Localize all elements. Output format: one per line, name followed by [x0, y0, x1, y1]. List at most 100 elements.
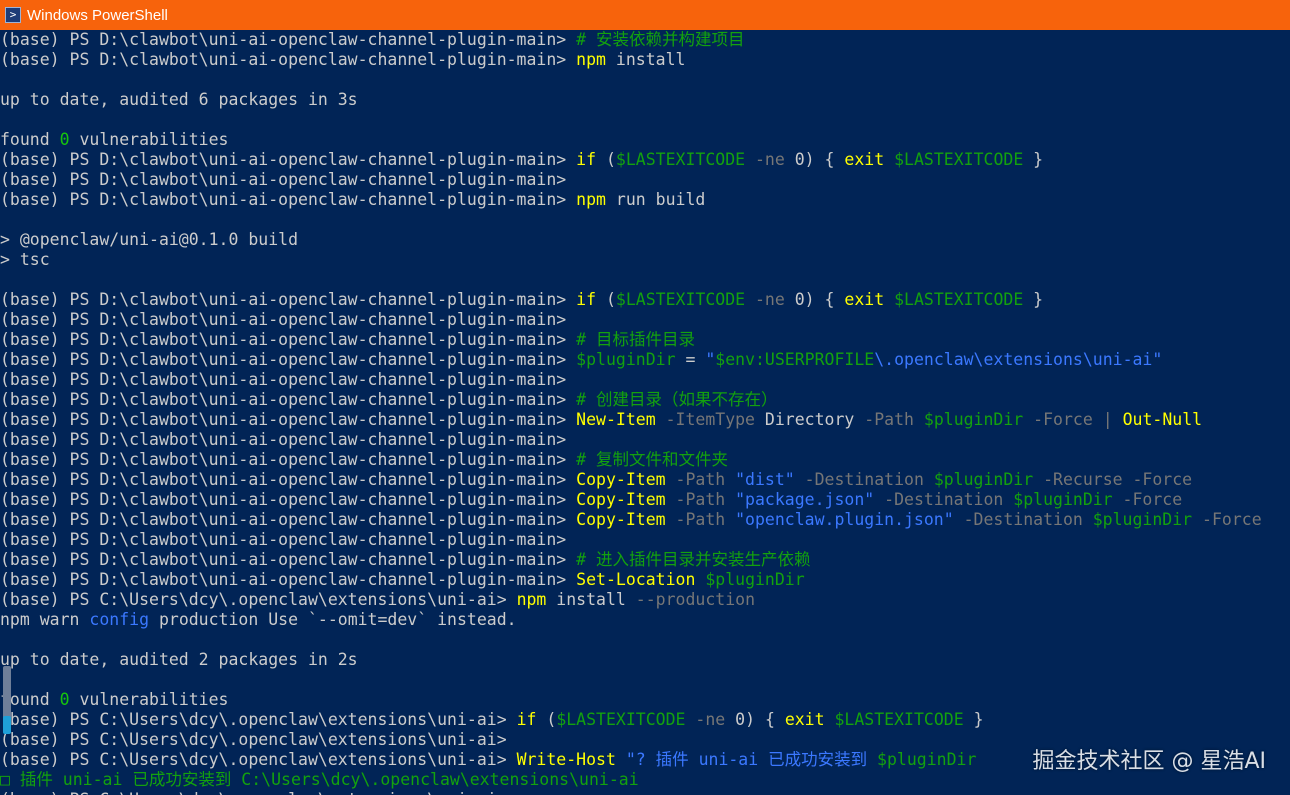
terminal-segment: (base) PS D:\clawbot\uni-ai-openclaw-cha… — [0, 350, 577, 369]
terminal-line: (base) PS D:\clawbot\uni-ai-openclaw-cha… — [0, 410, 1290, 430]
terminal-segment: # 目标插件目录 — [576, 330, 696, 349]
terminal-segment: -Destination — [794, 470, 924, 489]
terminal-line: (base) PS D:\clawbot\uni-ai-openclaw-cha… — [0, 330, 1290, 350]
terminal-line: (base) PS D:\clawbot\uni-ai-openclaw-cha… — [0, 430, 1290, 450]
terminal-line: (base) PS C:\Users\dcy\.openclaw\extensi… — [0, 790, 1290, 795]
terminal-segment: | — [1092, 410, 1123, 429]
terminal-segment: New-Item — [576, 410, 656, 429]
terminal-segment: -ItemType — [655, 410, 755, 429]
terminal-segment: ( — [536, 710, 557, 729]
title-bar: > Windows PowerShell — [0, 0, 1290, 30]
terminal-line: (base) PS D:\clawbot\uni-ai-openclaw-cha… — [0, 510, 1290, 530]
terminal-segment: $pluginDir — [1092, 510, 1193, 529]
terminal-segment: found — [0, 130, 60, 149]
terminal-segment: $LASTEXITCODE — [615, 290, 746, 309]
terminal-segment: (base) PS D:\clawbot\uni-ai-openclaw-cha… — [0, 530, 567, 549]
terminal-segment: -Recurse -Force — [1033, 470, 1193, 489]
terminal-segment: up to date, audited 2 packages in 2s — [0, 650, 358, 669]
terminal-segment: } — [1023, 150, 1044, 169]
terminal-segment: 0) { — [784, 290, 845, 309]
terminal-segment: 0 — [59, 690, 70, 709]
terminal-segment: "dist" — [725, 470, 795, 489]
window-title: Windows PowerShell — [27, 6, 168, 24]
terminal-segment: -Path — [854, 410, 914, 429]
terminal-segment: vulnerabilities — [69, 130, 229, 149]
terminal-segment: -Path — [665, 490, 726, 509]
terminal-segment: (base) PS D:\clawbot\uni-ai-openclaw-cha… — [0, 430, 567, 449]
terminal-segment: □ 插件 uni-ai 已成功安装到 C:\Users\dcy\.opencla… — [0, 770, 639, 789]
terminal-segment: # 创建目录（如果不存在） — [576, 390, 778, 409]
terminal-segment — [695, 570, 705, 589]
terminal-segment: (base) PS C:\Users\dcy\.openclaw\extensi… — [0, 590, 517, 609]
terminal-segment: "package.json" — [725, 490, 875, 509]
terminal-line: (base) PS C:\Users\dcy\.openclaw\extensi… — [0, 710, 1290, 730]
terminal-segment: if — [516, 710, 537, 729]
terminal-segment: -Destination — [953, 510, 1083, 529]
terminal-segment: $pluginDir — [1013, 490, 1113, 509]
terminal-segment: Write-Host — [516, 750, 616, 769]
terminal-line: (base) PS D:\clawbot\uni-ai-openclaw-cha… — [0, 470, 1290, 490]
terminal-segment: production Use `--omit=dev` instead. — [149, 610, 517, 629]
terminal-segment — [1003, 490, 1013, 509]
terminal-line: (base) PS D:\clawbot\uni-ai-openclaw-cha… — [0, 530, 1290, 550]
terminal-segment: npm — [576, 50, 606, 69]
terminal-segment: " — [705, 350, 716, 369]
terminal-segment: > tsc — [0, 250, 50, 269]
terminal-line: (base) PS D:\clawbot\uni-ai-openclaw-cha… — [0, 150, 1290, 170]
terminal-output[interactable]: (base) PS D:\clawbot\uni-ai-openclaw-cha… — [0, 30, 1290, 795]
terminal-segment: \.openclaw\extensions\uni-ai" — [874, 350, 1163, 369]
terminal-segment: "? 插件 uni-ai 已成功安装到 — [615, 750, 878, 769]
powershell-icon: > — [5, 7, 21, 23]
terminal-segment: > @openclaw/uni-ai@0.1.0 build — [0, 230, 299, 249]
terminal-segment: (base) PS D:\clawbot\uni-ai-openclaw-cha… — [0, 550, 577, 569]
terminal-segment — [924, 470, 934, 489]
terminal-segment: (base) PS D:\clawbot\uni-ai-openclaw-cha… — [0, 330, 577, 349]
terminal-segment: --production — [625, 590, 755, 609]
watermark: 掘金技术社区 @ 星浩AI — [1032, 749, 1266, 774]
terminal-line: (base) PS D:\clawbot\uni-ai-openclaw-cha… — [0, 50, 1290, 70]
terminal-segment: -ne — [745, 150, 785, 169]
terminal-segment: $LASTEXITCODE — [894, 150, 1024, 169]
terminal-line: (base) PS D:\clawbot\uni-ai-openclaw-cha… — [0, 310, 1290, 330]
terminal-segment: (base) PS C:\Users\dcy\.openclaw\extensi… — [0, 790, 507, 795]
terminal-segment: $LASTEXITCODE — [556, 710, 686, 729]
terminal-segment: config — [89, 610, 150, 629]
terminal-segment — [825, 710, 835, 729]
terminal-segment: (base) PS D:\clawbot\uni-ai-openclaw-cha… — [0, 290, 577, 309]
terminal-segment: -Force — [1023, 410, 1093, 429]
terminal-segment: (base) PS D:\clawbot\uni-ai-openclaw-cha… — [0, 510, 577, 529]
scrollbar-thumb[interactable] — [3, 716, 11, 734]
terminal-segment: (base) PS D:\clawbot\uni-ai-openclaw-cha… — [0, 490, 577, 509]
terminal-segment: if — [576, 290, 597, 309]
terminal-line: (base) PS D:\clawbot\uni-ai-openclaw-cha… — [0, 570, 1290, 590]
terminal-line: > tsc — [0, 250, 1290, 270]
terminal-segment: vulnerabilities — [69, 690, 229, 709]
terminal-segment: "openclaw.plugin.json" — [725, 510, 954, 529]
terminal-segment: -ne — [685, 710, 726, 729]
terminal-line: > @openclaw/uni-ai@0.1.0 build — [0, 230, 1290, 250]
terminal-line: found 0 vulnerabilities — [0, 130, 1290, 150]
terminal-segment — [914, 410, 924, 429]
terminal-segment: ( — [596, 150, 616, 169]
terminal-segment: Directory — [755, 410, 855, 429]
terminal-segment: -Force — [1192, 510, 1262, 529]
terminal-segment: exit — [844, 290, 885, 309]
terminal-segment: -ne — [745, 290, 785, 309]
terminal-segment: (base) PS D:\clawbot\uni-ai-openclaw-cha… — [0, 470, 577, 489]
terminal-segment: npm warn — [0, 610, 90, 629]
terminal-segment: Set-Location — [576, 570, 696, 589]
terminal-segment: (base) PS D:\clawbot\uni-ai-openclaw-cha… — [0, 390, 577, 409]
terminal-segment: -Destination — [874, 490, 1004, 509]
terminal-segment: $pluginDir — [705, 570, 805, 589]
terminal-segment: (base) PS D:\clawbot\uni-ai-openclaw-cha… — [0, 190, 577, 209]
terminal-line: (base) PS D:\clawbot\uni-ai-openclaw-cha… — [0, 170, 1290, 190]
terminal-line: npm warn config production Use `--omit=d… — [0, 610, 1290, 630]
terminal-segment: $pluginDir — [576, 350, 676, 369]
terminal-line: (base) PS D:\clawbot\uni-ai-openclaw-cha… — [0, 290, 1290, 310]
terminal-segment: (base) PS D:\clawbot\uni-ai-openclaw-cha… — [0, 150, 577, 169]
terminal-line: found 0 vulnerabilities — [0, 690, 1290, 710]
terminal-line: up to date, audited 2 packages in 2s — [0, 650, 1290, 670]
